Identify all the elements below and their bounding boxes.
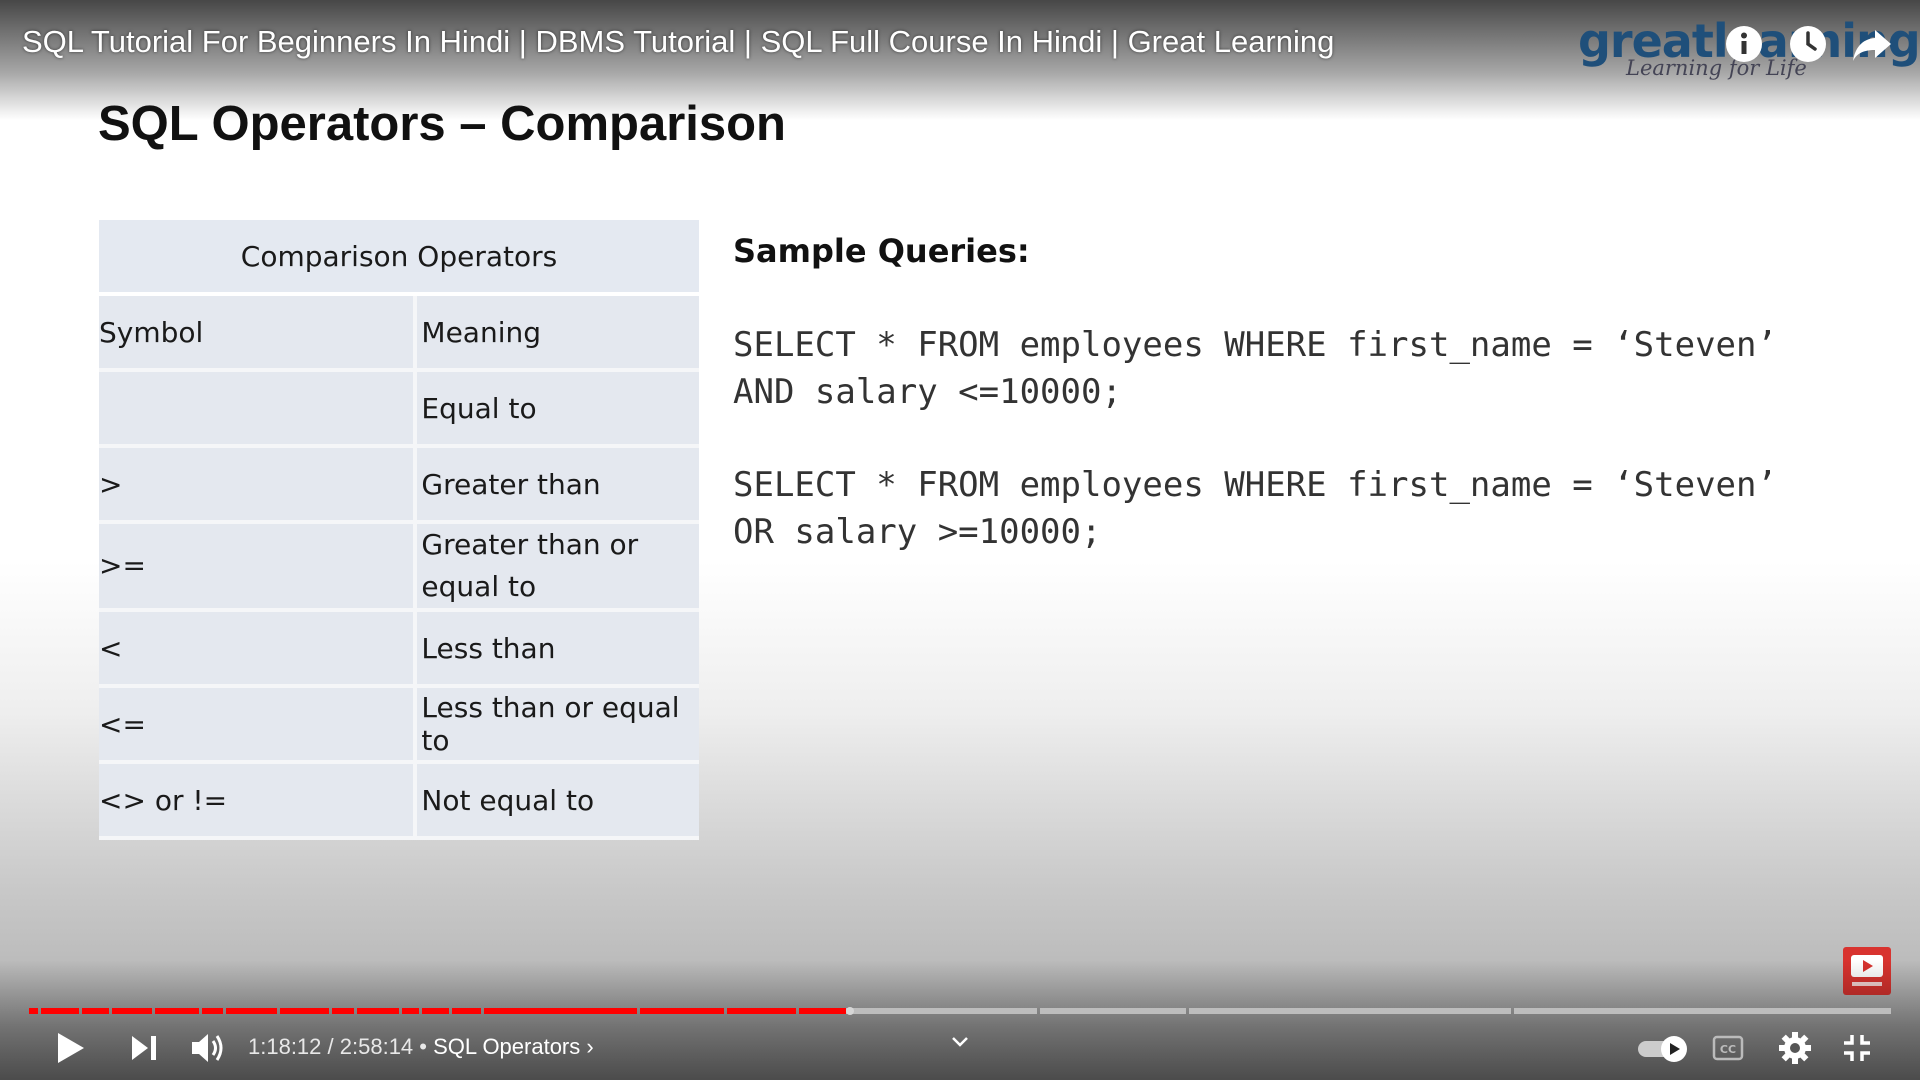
progress-remaining-segment[interactable] [1189, 1008, 1511, 1014]
play-icon[interactable] [52, 1030, 88, 1066]
progress-played-segment[interactable] [41, 1008, 79, 1014]
meaning-cell: Greater than [417, 448, 699, 524]
table-row: <= Less than or equal to [99, 688, 699, 764]
query-2-line-1: SELECT * FROM employees WHERE first_name… [733, 465, 1777, 505]
separator-dot: • [419, 1034, 427, 1059]
current-time: 1:18:12 [248, 1034, 322, 1059]
symbol-cell: < [99, 612, 418, 688]
cc-icon[interactable]: CC [1712, 1035, 1744, 1061]
progress-played-segment[interactable] [727, 1008, 796, 1014]
chevron-right-icon[interactable]: › [586, 1034, 593, 1059]
table-caption: Comparison Operators [99, 220, 699, 296]
progress-played-segment[interactable] [357, 1008, 399, 1014]
query-1-line-1: SELECT * FROM employees WHERE first_name… [733, 325, 1777, 365]
table-row: < Less than [99, 612, 699, 688]
share-icon[interactable] [1850, 22, 1894, 66]
scrubber-handle[interactable] [846, 1007, 854, 1015]
controls-overlay [0, 960, 1920, 1080]
progress-remaining-segment[interactable] [1514, 1008, 1891, 1014]
autoplay-toggle-icon[interactable] [1636, 1034, 1692, 1064]
symbol-cell [99, 372, 418, 448]
exit-fullscreen-icon[interactable] [1842, 1033, 1872, 1063]
progress-played-segment[interactable] [484, 1008, 637, 1014]
table-header-row: Symbol Meaning [99, 296, 699, 372]
sample-queries-heading: Sample Queries: [733, 232, 1030, 270]
gear-icon[interactable] [1778, 1031, 1812, 1065]
meaning-cell: Equal to [417, 372, 699, 448]
progress-remaining-segment[interactable] [846, 1008, 1037, 1014]
progress-played-segment[interactable] [202, 1008, 223, 1014]
column-header-meaning: Meaning [417, 296, 699, 372]
symbol-cell: <> or != [99, 764, 418, 840]
symbol-cell: >= [99, 524, 418, 612]
table-row: Equal to [99, 372, 699, 448]
symbol-cell: <= [99, 688, 418, 764]
progress-bar[interactable] [29, 1007, 1891, 1015]
video-player[interactable]: SQL Tutorial For Beginners In Hindi | DB… [0, 0, 1920, 1080]
progress-played-segment[interactable] [799, 1008, 846, 1014]
progress-played-segment[interactable] [332, 1008, 354, 1014]
table-row: >= Greater than or equal to [99, 524, 699, 612]
meaning-cell: Greater than or equal to [417, 524, 699, 612]
query-2-line-2: OR salary >=10000; [733, 512, 1102, 552]
progress-played-segment[interactable] [280, 1008, 329, 1014]
time-divider: / [327, 1034, 340, 1059]
meaning-cell: Not equal to [417, 764, 699, 840]
duration: 2:58:14 [339, 1034, 414, 1059]
progress-played-segment[interactable] [422, 1008, 449, 1014]
progress-played-segment[interactable] [226, 1008, 277, 1014]
query-1-line-2: AND salary <=10000; [733, 372, 1122, 412]
progress-played-segment[interactable] [112, 1008, 152, 1014]
comparison-operators-table: Comparison Operators Symbol Meaning Equa… [99, 220, 699, 840]
chevron-down-icon[interactable] [948, 1032, 972, 1052]
progress-played-segment[interactable] [452, 1008, 481, 1014]
time-display: 1:18:12 / 2:58:14 • SQL Operators › [248, 1034, 594, 1060]
progress-played-segment[interactable] [29, 1008, 38, 1014]
chapter-title[interactable]: SQL Operators [433, 1034, 580, 1059]
volume-icon[interactable] [190, 1031, 226, 1065]
meaning-cell: Less than or equal to [417, 688, 699, 764]
progress-played-segment[interactable] [155, 1008, 199, 1014]
progress-remaining-segment[interactable] [1040, 1008, 1186, 1014]
slide-title: SQL Operators – Comparison [98, 97, 786, 151]
table-row: > Greater than [99, 448, 699, 524]
meaning-cell: Less than [417, 612, 699, 688]
info-icon[interactable] [1722, 22, 1766, 66]
clock-icon[interactable] [1786, 22, 1830, 66]
table-row: <> or != Not equal to [99, 764, 699, 840]
column-header-symbol: Symbol [99, 296, 418, 372]
progress-played-segment[interactable] [402, 1008, 419, 1014]
video-title[interactable]: SQL Tutorial For Beginners In Hindi | DB… [22, 24, 1334, 60]
progress-played-segment[interactable] [82, 1008, 109, 1014]
next-icon[interactable] [128, 1032, 160, 1064]
progress-played-segment[interactable] [640, 1008, 724, 1014]
svg-text:CC: CC [1720, 1043, 1736, 1056]
symbol-cell: > [99, 448, 418, 524]
